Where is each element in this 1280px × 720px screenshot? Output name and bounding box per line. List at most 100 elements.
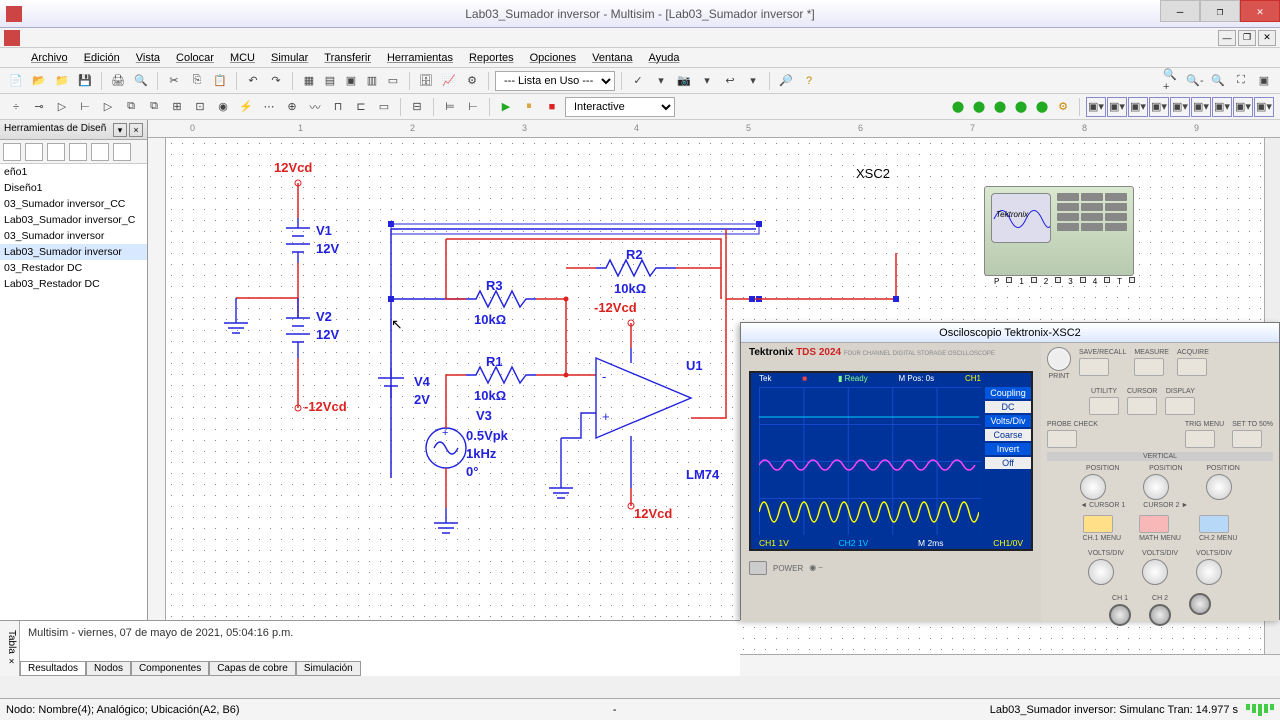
zoom-fit-icon[interactable]: ⛶ — [1231, 71, 1251, 91]
toggle-ruler-icon[interactable]: ▥ — [362, 71, 382, 91]
place-cmos-icon[interactable]: ⧉ — [144, 97, 164, 117]
ch1-position-knob[interactable] — [1080, 474, 1106, 500]
design-item-selected[interactable]: Lab03_Sumador inversor — [0, 244, 147, 260]
instrument-icon[interactable]: ▣▾ — [1107, 97, 1127, 117]
analysis-icon[interactable]: ⬤ — [1011, 97, 1031, 117]
print-button[interactable] — [1047, 347, 1071, 371]
instrument-xsc2[interactable]: Tektronix P1234T — [984, 186, 1134, 286]
ch1-voltsdiv-knob[interactable] — [1088, 559, 1114, 585]
place-source-icon[interactable]: ÷ — [6, 97, 26, 117]
place-transistor-icon[interactable]: ⊢ — [75, 97, 95, 117]
find-icon[interactable]: 🔎 — [776, 71, 796, 91]
menu-mcu[interactable]: MCU — [223, 50, 262, 66]
place-ttl-icon[interactable]: ⧉ — [121, 97, 141, 117]
new-file-icon[interactable]: 📄 — [6, 71, 26, 91]
capture-icon[interactable]: 📷 — [674, 71, 694, 91]
fullscreen-icon[interactable]: ▣ — [1254, 71, 1274, 91]
scope-voltsdiv-button[interactable]: Coarse — [985, 429, 1031, 441]
place-basic-icon[interactable]: ⊸ — [29, 97, 49, 117]
place-hierarchical-icon[interactable]: ⊟ — [407, 97, 427, 117]
place-connector-icon[interactable]: ⊏ — [351, 97, 371, 117]
ch1-menu-button[interactable] — [1083, 515, 1113, 533]
zoom-out-icon[interactable]: 🔍- — [1185, 71, 1205, 91]
electrical-rules-icon[interactable]: ✓ — [628, 71, 648, 91]
menu-simular[interactable]: Simular — [264, 50, 315, 66]
design-item[interactable]: eño1 — [0, 164, 147, 180]
place-diode-icon[interactable]: ▷ — [52, 97, 72, 117]
graph-icon[interactable]: 📈 — [439, 71, 459, 91]
ch2-menu-button[interactable] — [1199, 515, 1229, 533]
place-mixed-icon[interactable]: ⊡ — [190, 97, 210, 117]
menu-archivo[interactable]: Archivo — [24, 50, 75, 66]
design-item[interactable]: 03_Sumador inversor_CC — [0, 196, 147, 212]
minimize-button[interactable]: — — [1160, 0, 1200, 22]
ch3-position-knob[interactable] — [1206, 474, 1232, 500]
panel-saveall-icon[interactable] — [69, 143, 87, 161]
copy-icon[interactable]: ⎘ — [187, 71, 207, 91]
place-electromech-icon[interactable]: ⊓ — [328, 97, 348, 117]
menu-herramientas[interactable]: Herramientas — [380, 50, 460, 66]
back-annotate-icon[interactable]: ↩ — [720, 71, 740, 91]
ch2-voltsdiv-knob[interactable] — [1142, 559, 1168, 585]
math-menu-button[interactable] — [1139, 515, 1169, 533]
toggle-grid-icon[interactable]: ▦ — [299, 71, 319, 91]
panel-open-icon[interactable] — [25, 143, 43, 161]
stop-sim-icon[interactable]: ■ — [542, 97, 562, 117]
analysis-icon[interactable]: ⬤ — [969, 97, 989, 117]
maximize-button[interactable]: ❐ — [1200, 0, 1240, 22]
scope-power-button[interactable] — [749, 561, 767, 575]
open-samples-icon[interactable]: 📁 — [52, 71, 72, 91]
scope-invert-button[interactable]: Off — [985, 457, 1031, 469]
cursor-button[interactable] — [1127, 397, 1157, 415]
run-sim-icon[interactable]: ▶ — [496, 97, 516, 117]
design-tree[interactable]: eño1 Diseño1 03_Sumador inversor_CC Lab0… — [0, 164, 147, 640]
arrow-down-icon[interactable]: ▾ — [651, 71, 671, 91]
acquire-button[interactable] — [1177, 358, 1207, 376]
analysis-icon[interactable]: ⬤ — [948, 97, 968, 117]
mdi-close-button[interactable]: ✕ — [1258, 30, 1276, 46]
place-junction-icon[interactable]: ⊢ — [463, 97, 483, 117]
place-misc-icon[interactable]: ⊞ — [167, 97, 187, 117]
place-bus-icon[interactable]: ⊨ — [440, 97, 460, 117]
panel-new-icon[interactable] — [3, 143, 21, 161]
design-item[interactable]: 03_Restador DC — [0, 260, 147, 276]
close-button[interactable]: ✕ — [1240, 0, 1280, 22]
paste-icon[interactable]: 📋 — [210, 71, 230, 91]
trigmenu-button[interactable] — [1185, 430, 1215, 448]
tab-componentes[interactable]: Componentes — [131, 661, 209, 676]
sim-mode-combo[interactable]: Interactive — [565, 97, 675, 117]
analysis-icon[interactable]: ⬤ — [990, 97, 1010, 117]
measure-button[interactable] — [1134, 358, 1164, 376]
panel-properties-icon[interactable] — [113, 143, 131, 161]
tab-nodos[interactable]: Nodos — [86, 661, 131, 676]
place-analog-icon[interactable]: ▷ — [98, 97, 118, 117]
instrument-icon[interactable]: ▣▾ — [1149, 97, 1169, 117]
database-icon[interactable]: 🗄 — [416, 71, 436, 91]
design-item[interactable]: 03_Sumador inversor — [0, 228, 147, 244]
panel-save-icon[interactable] — [47, 143, 65, 161]
menu-edicion[interactable]: Edición — [77, 50, 127, 66]
display-button[interactable] — [1165, 397, 1195, 415]
tab-simulacion[interactable]: Simulación — [296, 661, 361, 676]
toggle-border-icon[interactable]: ▣ — [341, 71, 361, 91]
postprocessor-icon[interactable]: ⚙ — [462, 71, 482, 91]
instrument-icon[interactable]: ▣▾ — [1086, 97, 1106, 117]
tab-capas[interactable]: Capas de cobre — [209, 661, 296, 676]
menu-opciones[interactable]: Opciones — [523, 50, 583, 66]
panel-close-icon[interactable]: × — [129, 123, 143, 137]
place-mcu-icon[interactable]: ▭ — [374, 97, 394, 117]
undo-icon[interactable]: ↶ — [243, 71, 263, 91]
oscilloscope-window[interactable]: Osciloscopio Tektronix-XSC2 Tektronix TD… — [740, 322, 1280, 620]
cut-icon[interactable]: ✂ — [164, 71, 184, 91]
toggle-title-icon[interactable]: ▭ — [383, 71, 403, 91]
ch3-bnc[interactable] — [1189, 593, 1211, 615]
panel-rename-icon[interactable] — [91, 143, 109, 161]
place-rf-icon[interactable]: 〰 — [305, 97, 325, 117]
mdi-minimize-button[interactable]: — — [1218, 30, 1236, 46]
ch1-bnc[interactable] — [1109, 604, 1131, 626]
mdi-restore-button[interactable]: ❐ — [1238, 30, 1256, 46]
spreadsheet-vtab[interactable]: Tabla × — [0, 621, 20, 676]
place-indicator-icon[interactable]: ◉ — [213, 97, 233, 117]
zoom-in-icon[interactable]: 🔍+ — [1162, 71, 1182, 91]
design-item[interactable]: Lab03_Restador DC — [0, 276, 147, 292]
